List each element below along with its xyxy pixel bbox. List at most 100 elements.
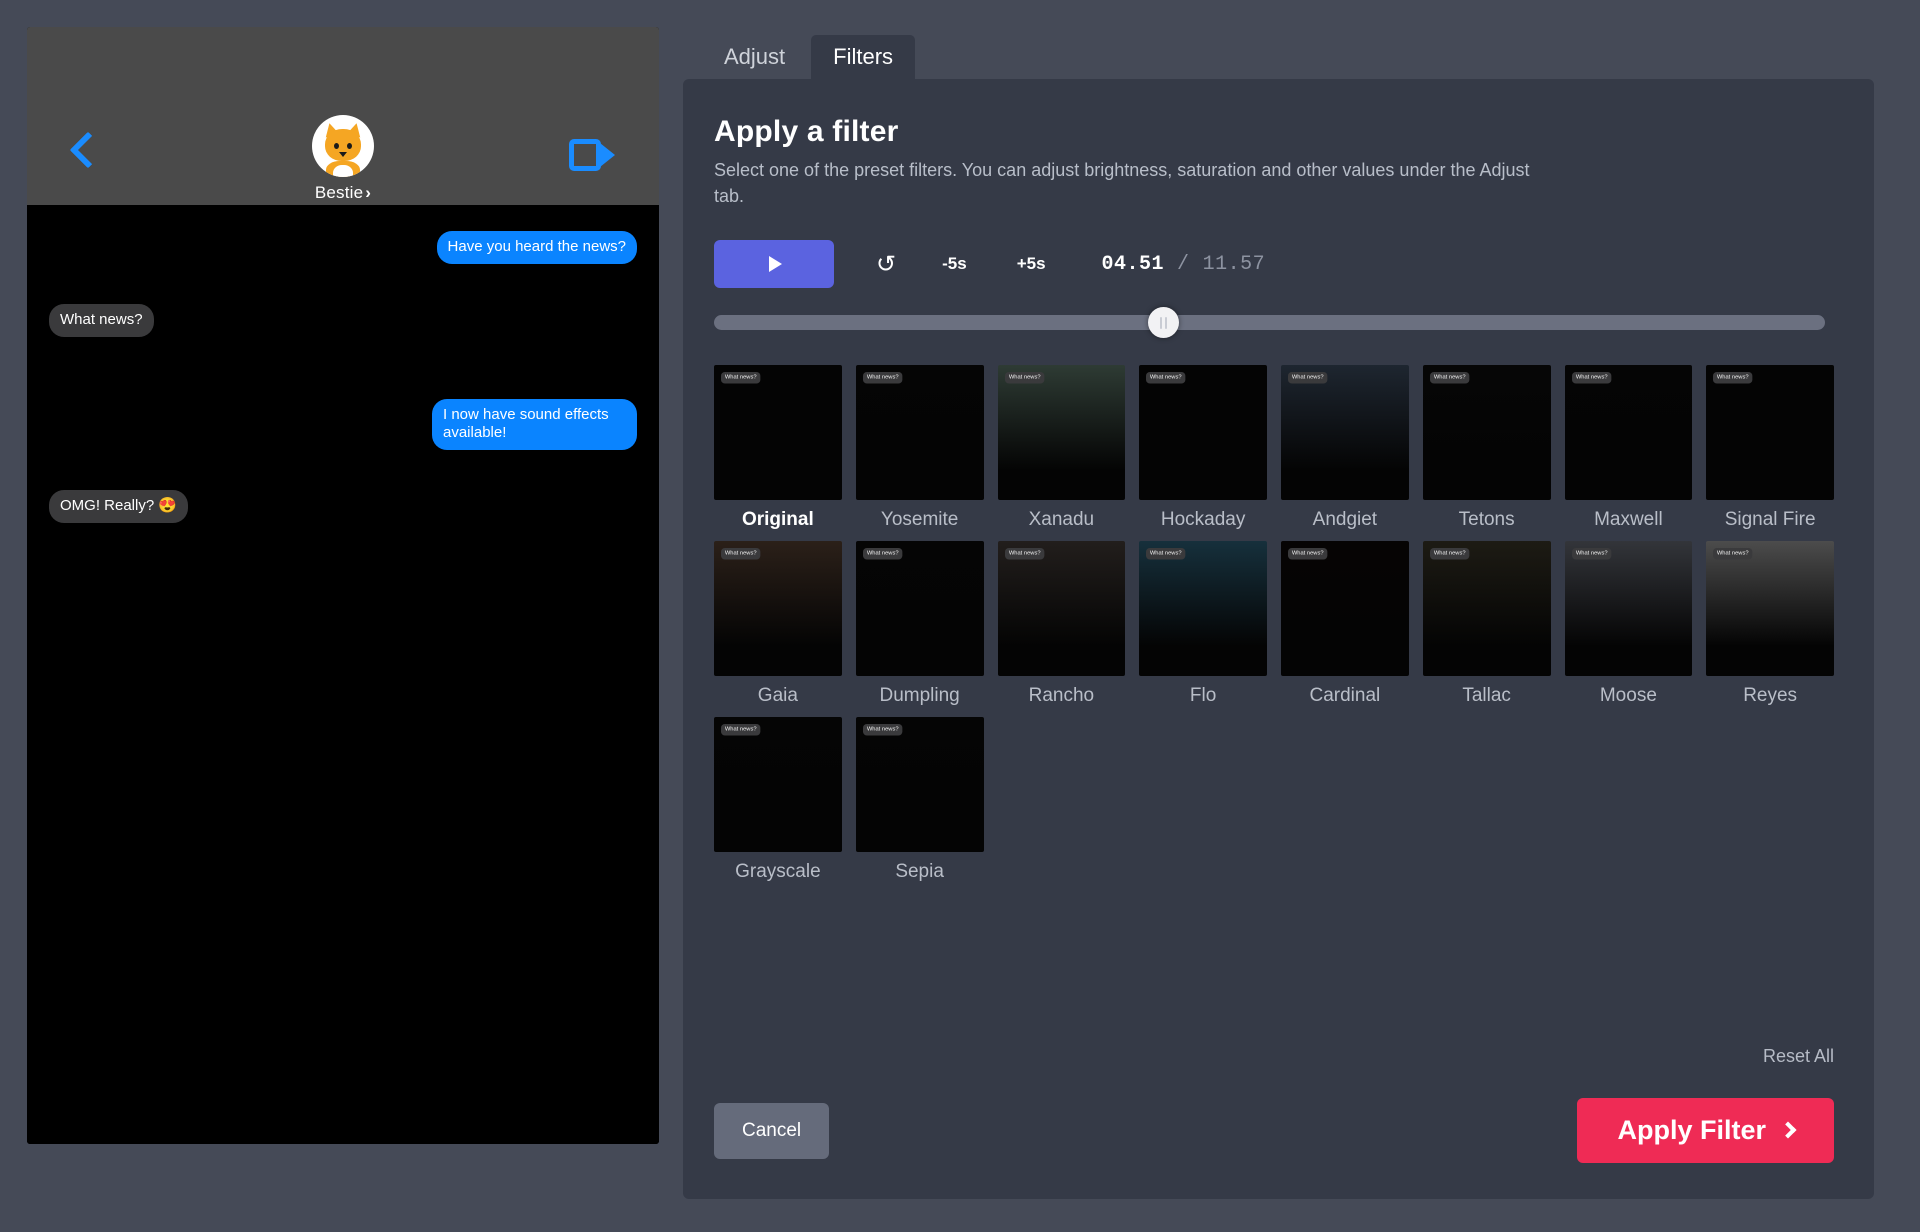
back-5s-button[interactable]: -5s xyxy=(942,254,967,274)
filter-thumbnail: What news? xyxy=(1564,540,1693,676)
filter-thumbnail: What news? xyxy=(1281,540,1409,676)
thumbnail-caption: What news? xyxy=(1429,547,1470,560)
cancel-button[interactable]: Cancel xyxy=(714,1102,830,1159)
apply-filter-button[interactable]: Apply Filter xyxy=(1577,1098,1834,1163)
play-button[interactable] xyxy=(714,240,834,289)
thumbnail-caption: What news? xyxy=(1713,547,1753,560)
filter-cell-sepia[interactable]: What news? Sepia xyxy=(855,716,984,884)
contact-identity[interactable]: Bestie › xyxy=(312,115,374,203)
grip-line xyxy=(1165,316,1168,329)
app-root: Bestie › Have you heard the news? What ne… xyxy=(0,0,1920,1232)
thumbnail-caption: What news? xyxy=(862,723,903,736)
thumbnail-caption: What news? xyxy=(862,372,903,384)
cat-chest-icon xyxy=(333,165,353,177)
filter-label: Hockaday xyxy=(1160,509,1246,531)
grip-line xyxy=(1160,316,1163,329)
filter-label: Signal Fire xyxy=(1724,509,1816,531)
scrubber-track[interactable] xyxy=(714,315,1825,331)
filter-cell-yosemite[interactable]: What news? Yosemite xyxy=(855,365,984,532)
total-time: 11.57 xyxy=(1202,252,1266,276)
transport-controls: ↺ -5s +5s 04.51 / 11.57 xyxy=(714,240,1834,289)
filter-label: Original xyxy=(741,509,814,531)
filter-cell-grayscale[interactable]: What news? Grayscale xyxy=(714,716,842,884)
filter-label: Grayscale xyxy=(735,860,821,882)
filter-cell-original[interactable]: What news? Original xyxy=(714,365,842,532)
thumbnail-caption: What news? xyxy=(1146,547,1186,560)
timeline-scrubber[interactable] xyxy=(714,307,1825,339)
filter-cell-xanadu[interactable]: What news? Xanadu xyxy=(997,365,1126,532)
thumbnail-caption: What news? xyxy=(1004,547,1044,560)
filter-label: Rancho xyxy=(1028,684,1095,706)
cat-eye-left-icon xyxy=(334,143,339,149)
filter-cell-hockaday[interactable]: What news? Hockaday xyxy=(1139,365,1267,532)
thumbnail-caption: What news? xyxy=(721,372,761,384)
cat-nose-icon xyxy=(339,152,347,157)
restart-button[interactable]: ↺ xyxy=(876,250,896,279)
page-title: Apply a filter xyxy=(714,115,899,148)
filter-label: Gaia xyxy=(757,684,798,706)
editor-tabs: Adjust Filters xyxy=(683,33,1874,79)
filter-cell-dumpling[interactable]: What news? Dumpling xyxy=(855,540,984,708)
filter-label: Moose xyxy=(1599,684,1657,706)
current-time: 04.51 xyxy=(1101,252,1165,276)
filter-cell-maxwell[interactable]: What news? Maxwell xyxy=(1564,365,1693,532)
message-bubble-incoming: OMG! Really? 😍 xyxy=(49,490,189,523)
message-bubble-outgoing: Have you heard the news? xyxy=(436,231,637,264)
filter-thumbnail: What news? xyxy=(997,365,1126,501)
tab-filters[interactable]: Filters xyxy=(811,35,916,79)
message-row: I now have sound effects available! xyxy=(49,398,637,450)
filter-grid: What news? Original What news? Yosemite What… xyxy=(714,365,1834,883)
filter-label: Tallac xyxy=(1462,684,1511,706)
thumbnail-caption: What news? xyxy=(862,547,903,560)
filter-thumbnail: What news? xyxy=(1706,365,1834,501)
time-separator: / xyxy=(1177,252,1190,276)
filter-thumbnail: What news? xyxy=(1422,540,1551,676)
filter-cell-signal-fire[interactable]: What news? Signal Fire xyxy=(1706,365,1834,532)
filter-cell-tallac[interactable]: What news? Tallac xyxy=(1422,540,1551,708)
filter-thumbnail: What news? xyxy=(714,365,842,501)
contact-name-text: Bestie xyxy=(314,183,364,202)
filter-thumbnail: What news? xyxy=(1422,365,1551,501)
message-row: Have you heard the news? xyxy=(49,231,637,264)
filter-cell-rancho[interactable]: What news? Rancho xyxy=(997,540,1126,708)
filter-thumbnail: What news? xyxy=(714,716,842,852)
contact-name: Bestie › xyxy=(312,183,374,203)
scrubber-handle[interactable] xyxy=(1148,307,1180,339)
filter-cell-moose[interactable]: What news? Moose xyxy=(1564,540,1693,708)
thumbnail-caption: What news? xyxy=(721,547,761,560)
filter-cell-reyes[interactable]: What news? Reyes xyxy=(1706,540,1834,708)
filter-label: Yosemite xyxy=(880,509,959,531)
video-camera-icon[interactable] xyxy=(569,139,615,171)
video-camera-body xyxy=(569,139,601,171)
forward-5s-button[interactable]: +5s xyxy=(1017,254,1046,274)
filters-panel: Apply a filter Select one of the preset … xyxy=(683,79,1874,1199)
thumbnail-caption: What news? xyxy=(1004,372,1044,384)
filter-label: Flo xyxy=(1189,684,1217,706)
contact-chevron-icon: › xyxy=(365,183,372,202)
thumbnail-caption: What news? xyxy=(1429,372,1470,384)
chat-header: Bestie › xyxy=(27,27,659,205)
filter-label: Sepia xyxy=(895,860,944,882)
filter-cell-tetons[interactable]: What news? Tetons xyxy=(1422,365,1551,532)
filter-thumbnail: What news? xyxy=(997,540,1126,676)
tab-adjust[interactable]: Adjust xyxy=(702,35,807,79)
filter-label: Maxwell xyxy=(1594,509,1663,531)
filter-cell-flo[interactable]: What news? Flo xyxy=(1139,540,1267,708)
reset-all-button[interactable]: Reset All xyxy=(1763,1046,1834,1067)
filter-label: Cardinal xyxy=(1309,684,1381,706)
back-chevron-icon[interactable] xyxy=(69,131,107,169)
filter-label: Xanadu xyxy=(1028,509,1095,531)
thumbnail-caption: What news? xyxy=(1571,547,1611,560)
filter-cell-andgiet[interactable]: What news? Andgiet xyxy=(1281,365,1409,532)
filter-cell-cardinal[interactable]: What news? Cardinal xyxy=(1281,540,1409,708)
message-bubble-outgoing: I now have sound effects available! xyxy=(432,398,637,450)
time-display: 04.51 / 11.57 xyxy=(1102,253,1266,276)
filter-label: Dumpling xyxy=(879,684,960,706)
editor-panel: Adjust Filters Apply a filter Select one… xyxy=(683,33,1874,1199)
filter-label: Tetons xyxy=(1458,509,1515,531)
filter-thumbnail: What news? xyxy=(855,540,984,676)
filter-thumbnail: What news? xyxy=(1139,540,1267,676)
filter-cell-gaia[interactable]: What news? Gaia xyxy=(714,540,842,708)
filter-thumbnail: What news? xyxy=(1281,365,1409,501)
